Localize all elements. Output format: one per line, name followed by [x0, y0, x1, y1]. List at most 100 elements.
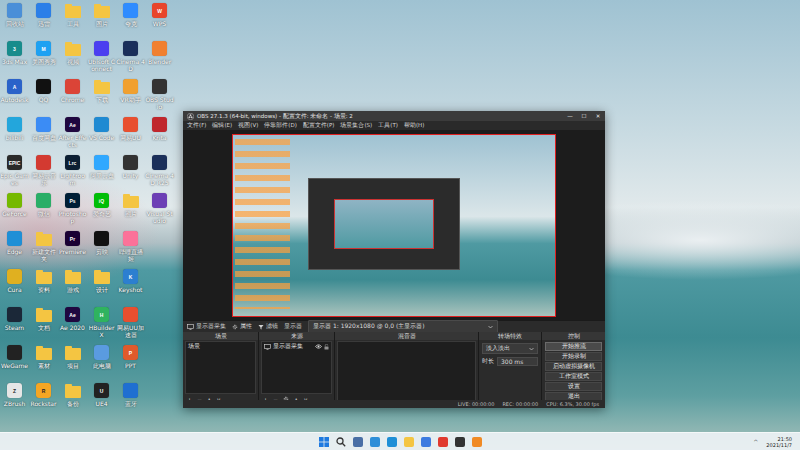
menu-item[interactable]: 文件(F): [187, 122, 206, 129]
desktop-icon[interactable]: HHBuilderX: [87, 306, 116, 344]
desktop-icon[interactable]: OBS Studio: [145, 78, 174, 116]
desktop-icon[interactable]: LrcLightroom: [58, 154, 87, 192]
taskbar-app-icon[interactable]: [353, 437, 363, 447]
desktop-icon[interactable]: 设计: [87, 268, 116, 306]
taskbar-app-icon[interactable]: [455, 437, 465, 447]
desktop-icon[interactable]: KKeyshot: [116, 268, 145, 306]
desktop-icon[interactable]: 此电脑: [87, 344, 116, 382]
desktop-icon[interactable]: Krita: [145, 116, 174, 154]
desktop-icon[interactable]: PsPhotoshop: [58, 192, 87, 230]
search-icon[interactable]: [336, 437, 346, 447]
taskbar-app-icon[interactable]: [404, 437, 414, 447]
desktop-icon[interactable]: UUE4: [87, 382, 116, 420]
desktop-icon[interactable]: Cinema 4D: [116, 40, 145, 78]
desktop-icon[interactable]: AeAfter Effects: [58, 116, 87, 154]
lock-icon[interactable]: [324, 344, 329, 350]
desktop-icon[interactable]: AeAe 2020: [58, 306, 87, 344]
desktop-icon[interactable]: 百度网盘: [29, 116, 58, 154]
desktop-icon[interactable]: 网易UU: [116, 116, 145, 154]
desktop-icon[interactable]: 项目: [58, 344, 87, 382]
gear-icon[interactable]: [232, 324, 238, 330]
desktop-icon[interactable]: 资料: [29, 268, 58, 306]
desktop-icon[interactable]: Chrome: [58, 78, 87, 116]
window-control-button[interactable]: ☐: [577, 111, 591, 121]
desktop-icon[interactable]: GeForce: [0, 192, 29, 230]
desktop-icon[interactable]: Visual Studio: [145, 192, 174, 230]
desktop-icon[interactable]: WWPS: [145, 2, 174, 40]
taskbar-app-icon[interactable]: [387, 437, 397, 447]
desktop-icon[interactable]: VR助手: [116, 78, 145, 116]
taskbar-app-icon[interactable]: [421, 437, 431, 447]
desktop-icon[interactable]: WeGame: [0, 344, 29, 382]
window-control-button[interactable]: —: [563, 111, 577, 121]
desktop-icon[interactable]: 网易UU加速器: [116, 306, 145, 344]
desktop-icon[interactable]: QQ: [29, 78, 58, 116]
desktop-icon[interactable]: PPPT: [116, 344, 145, 382]
desktop-icon[interactable]: 迅雷: [29, 2, 58, 40]
menu-item[interactable]: 配置文件(P): [303, 122, 335, 129]
desktop-icon[interactable]: Unity: [116, 154, 145, 192]
source-item[interactable]: 显示器采集: [262, 342, 331, 351]
menu-item[interactable]: 场景集合(S): [340, 122, 372, 129]
control-button[interactable]: 设置: [545, 382, 602, 391]
desktop-icon[interactable]: 33ds Max: [0, 40, 29, 78]
control-button[interactable]: 开始推流: [545, 342, 602, 351]
clock[interactable]: 21:502021/11/7: [766, 436, 792, 448]
taskbar-app-icon[interactable]: [472, 437, 482, 447]
desktop-icon[interactable]: Ubisoft Connect: [87, 40, 116, 78]
taskbar-app-icon[interactable]: [438, 437, 448, 447]
transition-select[interactable]: 淡入淡出: [482, 343, 538, 354]
windows-start-icon[interactable]: [319, 437, 329, 447]
desktop-icon[interactable]: 素材: [29, 344, 58, 382]
control-button[interactable]: 开始录制: [545, 352, 602, 361]
desktop-icon[interactable]: 工具: [58, 2, 87, 40]
desktop-icon[interactable]: 哔哩直播姬: [116, 230, 145, 268]
menu-item[interactable]: 视图(V): [238, 122, 258, 129]
scene-item[interactable]: 场景: [186, 342, 255, 351]
desktop-icon[interactable]: 夸克: [116, 2, 145, 40]
window-control-button[interactable]: ✕: [591, 111, 605, 121]
desktop-icon[interactable]: 剪映: [87, 230, 116, 268]
properties-button[interactable]: 属性: [232, 322, 252, 331]
menu-item[interactable]: 停靠部件(D): [264, 122, 297, 129]
desktop-icon[interactable]: AAutodesk: [0, 78, 29, 116]
desktop-icon[interactable]: EPICEpic Games: [0, 154, 29, 192]
desktop-icon[interactable]: bilibili: [0, 116, 29, 154]
control-button[interactable]: 工作室模式: [545, 372, 602, 381]
desktop-icon[interactable]: 蓝牙: [116, 382, 145, 420]
desktop-icon[interactable]: M美图秀秀: [29, 40, 58, 78]
desktop-icon[interactable]: Cura: [0, 268, 29, 306]
desktop-icon[interactable]: iQ爱奇艺: [87, 192, 116, 230]
desktop-icon[interactable]: VS Code: [87, 116, 116, 154]
menu-item[interactable]: 工具(T): [378, 122, 398, 129]
desktop-icon[interactable]: 游戏: [58, 268, 87, 306]
taskbar-app-icon[interactable]: [370, 437, 380, 447]
eye-icon[interactable]: [315, 344, 322, 349]
desktop-icon[interactable]: Edge: [0, 230, 29, 268]
tray-expand-button[interactable]: ^: [753, 438, 758, 445]
title-bar[interactable]: OBS 27.1.3 (64-bit, windows) - 配置文件: 未命名…: [183, 111, 605, 121]
menu-item[interactable]: 帮助(H): [404, 122, 424, 129]
desktop-icon[interactable]: 照片: [116, 192, 145, 230]
filters-button[interactable]: 滤镜: [258, 322, 278, 331]
desktop-icon[interactable]: Cinema 4D R25: [145, 154, 174, 192]
desktop-icon[interactable]: 图片: [87, 2, 116, 40]
desktop-icon[interactable]: 微信: [29, 192, 58, 230]
menu-item[interactable]: 编辑(E): [212, 122, 232, 129]
desktop-icon[interactable]: 下载: [87, 78, 116, 116]
desktop-icon[interactable]: 文档: [29, 306, 58, 344]
desktop-icon[interactable]: 备份: [58, 382, 87, 420]
desktop-icon[interactable]: 视频: [58, 40, 87, 78]
desktop-icon[interactable]: 回收站: [0, 2, 29, 40]
desktop-icon[interactable]: Blender: [145, 40, 174, 78]
duration-field[interactable]: 300 ms: [497, 357, 538, 366]
desktop-icon[interactable]: 新建文件夹: [29, 230, 58, 268]
desktop-icon[interactable]: RRockstar: [29, 382, 58, 420]
control-button[interactable]: 启动虚拟摄像机: [545, 362, 602, 371]
desktop-icon[interactable]: PrPremiere: [58, 230, 87, 268]
captured-display[interactable]: [232, 134, 556, 317]
desktop-icon[interactable]: 阿里云盘: [87, 154, 116, 192]
desktop-icon[interactable]: Steam: [0, 306, 29, 344]
desktop-icon[interactable]: 网易云音乐: [29, 154, 58, 192]
desktop-icon[interactable]: ZZBrush: [0, 382, 29, 420]
